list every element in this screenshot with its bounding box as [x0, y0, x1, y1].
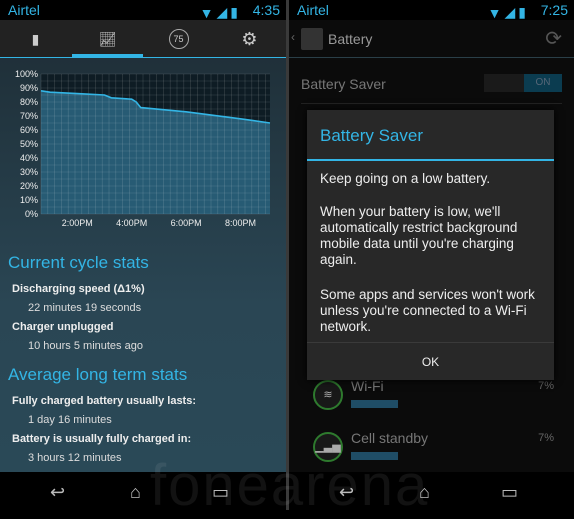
usage-percent: 7%: [538, 432, 554, 444]
page-title: Battery: [328, 31, 373, 47]
x-tick-label: 8:00PM: [225, 218, 256, 228]
y-tick-label: 0%: [25, 209, 38, 219]
y-tick-label: 80%: [20, 97, 38, 107]
y-tick-label: 100%: [15, 69, 38, 79]
dialog-text-3: Some apps and services won't work unless…: [320, 287, 535, 334]
cycle-75-icon: 75: [168, 29, 189, 49]
ok-button[interactable]: OK: [307, 342, 554, 380]
toggle-on-label: ON: [524, 74, 562, 92]
usage-name: Cell standby: [351, 430, 429, 446]
settings-app-icon: [301, 28, 323, 50]
home-icon[interactable]: ⌂: [130, 482, 141, 503]
tab-cycle[interactable]: 75: [143, 20, 214, 58]
watermark: fonearena: [150, 453, 430, 518]
battery-icon: ▮: [230, 4, 238, 20]
unplugged-value: 10 hours 5 minutes ago: [28, 340, 143, 352]
lasts-label: Fully charged battery usually lasts:: [12, 395, 197, 407]
tab-battery[interactable]: ▮: [0, 20, 71, 58]
battery-chart: 100% 90% 80% 70% 60% 50% 40% 30% 20% 10% 0% 2:00PM 4…: [15, 69, 271, 228]
clock: 7:25: [540, 2, 568, 18]
y-tick-label: 10%: [20, 195, 38, 205]
battery-saver-dialog: Battery Saver Keep going on a low batter…: [307, 110, 554, 380]
settings-icon: ⚙: [241, 28, 258, 49]
clock: 4:35: [252, 2, 280, 18]
y-tick-label: 20%: [20, 181, 38, 191]
status-icons: ▼ ◢ ▮: [488, 4, 526, 21]
discharging-label: Discharging speed (Δ1%): [12, 283, 145, 295]
dialog-text-2: When your battery is low, we'll automati…: [320, 204, 518, 267]
y-tick-label: 60%: [20, 125, 38, 135]
tab-graph[interactable]: 📈︎: [72, 20, 143, 58]
status-icons: ▼ ◢ ▮: [200, 4, 238, 21]
battery-stats-screen: Airtel ▼ ◢ ▮ 4:35 ▮ 📈︎ 75 ⚙ 100% 90% 80% 70% 6…: [0, 0, 286, 510]
battery-saver-row[interactable]: Battery Saver ON: [301, 64, 562, 104]
discharging-value: 22 minutes 19 seconds: [28, 302, 142, 314]
carrier: Airtel: [8, 2, 40, 18]
charged-label: Battery is usually fully charged in:: [12, 433, 192, 445]
y-tick-label: 30%: [20, 167, 38, 177]
status-bar: Airtel ▼ ◢ ▮ 4:35: [0, 0, 286, 21]
y-tick-label: 40%: [20, 153, 38, 163]
dialog-title: Battery Saver: [320, 126, 423, 145]
carrier: Airtel: [297, 2, 329, 18]
battery-icon: ▮: [31, 30, 40, 47]
status-bar: Airtel ▼ ◢ ▮ 7:25: [289, 0, 574, 21]
battery-settings-screen: Airtel ▼ ◢ ▮ 7:25 ‹ Battery ⟳ Battery Save…: [289, 0, 574, 510]
y-tick-label: 50%: [20, 139, 38, 149]
wifi-icon: ▼: [487, 5, 502, 21]
dialog-title-divider: [307, 159, 554, 161]
battery-icon: ▮: [518, 4, 526, 20]
unplugged-label: Charger unplugged: [12, 321, 114, 333]
up-icon[interactable]: ‹: [291, 30, 295, 44]
charged-value: 3 hours 12 minutes: [28, 452, 122, 464]
y-tick-label: 70%: [20, 111, 38, 121]
lasts-value: 1 day 16 minutes: [28, 414, 112, 426]
recents-icon[interactable]: ▭: [501, 482, 518, 503]
wifi-icon: ≋: [313, 380, 343, 410]
usage-percent: 7%: [538, 380, 554, 392]
battery-saver-toggle[interactable]: ON: [484, 74, 562, 92]
signal-icon: ◢: [504, 4, 516, 20]
usage-name: Wi-Fi: [351, 378, 384, 394]
refresh-icon[interactable]: ⟳: [545, 26, 562, 51]
signal-icon: ◢: [216, 4, 228, 20]
y-tick-label: 90%: [20, 83, 38, 93]
x-tick-label: 2:00PM: [62, 218, 93, 228]
graph-icon: 📈︎: [98, 30, 117, 47]
dialog-text-1: Keep going on a low battery.: [320, 171, 491, 186]
usage-bar: [351, 400, 398, 408]
x-tick-label: 4:00PM: [116, 218, 147, 228]
wifi-icon: ▼: [199, 5, 214, 21]
action-bar: ‹ Battery ⟳: [289, 20, 574, 58]
back-icon[interactable]: ↩: [50, 482, 65, 503]
battery-saver-label: Battery Saver: [301, 76, 386, 92]
average-title: Average long term stats: [8, 365, 188, 384]
tab-bar: ▮ 📈︎ 75 ⚙: [0, 20, 286, 58]
usage-item-wifi[interactable]: ≋ Wi-Fi 7%: [309, 378, 554, 438]
current-cycle-title: Current cycle stats: [8, 253, 149, 272]
x-tick-label: 6:00PM: [171, 218, 202, 228]
tab-settings[interactable]: ⚙: [214, 20, 285, 58]
